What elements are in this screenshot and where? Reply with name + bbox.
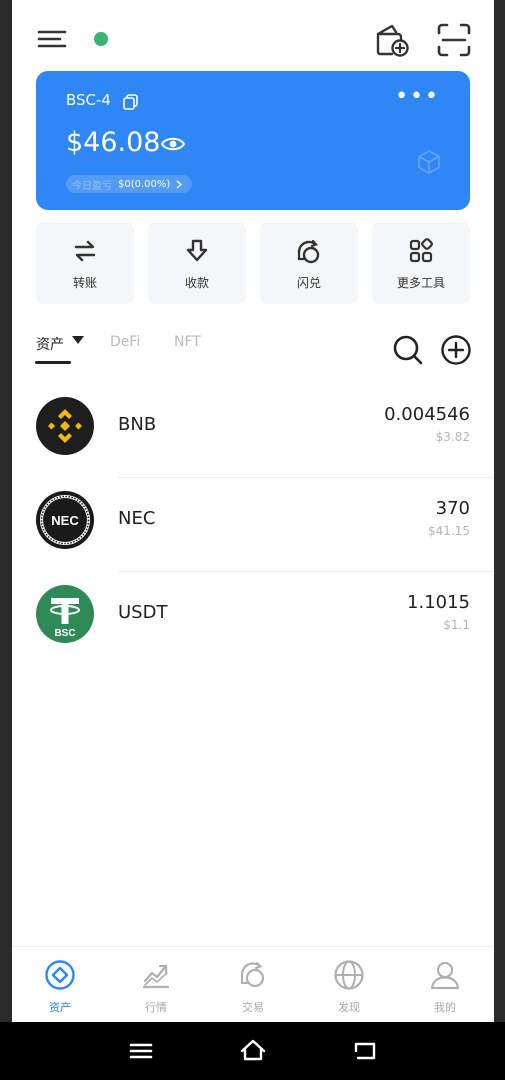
nav-market-label: 行情: [145, 1001, 167, 1014]
nec-logo-text: NEC: [51, 513, 79, 528]
market-icon: [142, 964, 170, 989]
asset-amount: 0.004546: [384, 404, 470, 425]
caret-down-icon[interactable]: [72, 336, 84, 344]
menu-icon[interactable]: [36, 24, 70, 54]
nav-trade-label: 交易: [242, 1001, 264, 1014]
scan-icon[interactable]: [434, 20, 474, 60]
app-screen: BSC-4 ••• $46.08 今日盈亏 $0(0.00%) 转账 收款 闪兑…: [12, 0, 494, 1022]
network-status-dot: [94, 32, 108, 46]
receive-icon: [186, 239, 208, 262]
nec-logo-icon: NEC: [36, 491, 94, 549]
search-icon[interactable]: [392, 334, 424, 366]
eye-icon[interactable]: [160, 135, 186, 153]
more-tools-icon: [409, 238, 433, 263]
asset-symbol: BNB: [118, 414, 157, 435]
screen-border-right: [494, 0, 505, 1022]
cube-icon: [418, 150, 440, 174]
swap-label: 闪兑: [296, 276, 321, 290]
nav-discover-label: 发现: [338, 1001, 360, 1014]
trade-icon: [240, 962, 265, 988]
bottom-nav: 资产 行情 交易 发现 我的: [12, 946, 494, 1022]
discover-icon: [334, 960, 364, 990]
receive-label: 收款: [184, 276, 209, 290]
screen-border-left: [0, 0, 12, 1022]
asset-row-nec[interactable]: NEC NEC 370 $41.15: [12, 478, 494, 572]
nav-market[interactable]: 行情: [116, 955, 196, 1015]
asset-row-bnb[interactable]: BNB 0.004546 $3.82: [12, 384, 494, 478]
more-tools-label: 更多工具: [396, 276, 445, 290]
chevron-right-icon: [176, 179, 183, 189]
more-options-button[interactable]: •••: [395, 86, 440, 108]
nav-discover[interactable]: 发现: [309, 955, 389, 1015]
asset-usd-value: $3.82: [435, 430, 470, 444]
system-nav-bar: [0, 1022, 505, 1080]
total-balance: $46.08: [66, 127, 161, 158]
tab-defi[interactable]: DeFi: [110, 334, 140, 350]
receive-button[interactable]: 收款: [148, 222, 246, 304]
wallet-card[interactable]: BSC-4 ••• $46.08 今日盈亏 $0(0.00%): [36, 71, 470, 210]
nav-assets[interactable]: 资产: [20, 955, 100, 1015]
back-icon[interactable]: [350, 1036, 380, 1066]
asset-row-usdt[interactable]: BSC USDT 1.1015 $1.1: [12, 572, 494, 666]
asset-usd-value: $41.15: [428, 524, 470, 538]
usdt-logo-text: BSC: [54, 628, 75, 639]
swap-icon: [297, 239, 320, 264]
usdt-logo-icon: BSC: [36, 585, 94, 643]
tab-active-indicator: [35, 361, 71, 364]
home-icon[interactable]: [238, 1036, 268, 1066]
transfer-button[interactable]: 转账: [36, 222, 134, 304]
wallet-add-icon[interactable]: [372, 20, 412, 60]
asset-symbol: USDT: [118, 602, 168, 623]
transfer-label: 转账: [72, 276, 97, 290]
profile-icon: [430, 961, 460, 990]
asset-symbol: NEC: [118, 508, 156, 529]
nav-profile-label: 我的: [434, 1001, 456, 1014]
nav-profile[interactable]: 我的: [405, 955, 485, 1015]
asset-amount: 1.1015: [407, 592, 470, 613]
nav-assets-label: 资产: [49, 1001, 71, 1014]
transfer-icon: [74, 240, 96, 262]
daily-pnl-value: $0(0.00%): [118, 178, 171, 190]
network-name: BSC-4: [66, 91, 111, 109]
add-token-icon[interactable]: [440, 334, 472, 366]
nav-trade[interactable]: 交易: [213, 955, 293, 1015]
asset-usd-value: $1.1: [443, 618, 470, 632]
more-tools-button[interactable]: 更多工具: [372, 222, 470, 304]
tab-assets[interactable]: 资产: [36, 334, 64, 354]
assets-icon: [45, 960, 75, 990]
daily-pnl-pill[interactable]: 今日盈亏 $0(0.00%): [66, 175, 193, 193]
recent-apps-icon[interactable]: [126, 1036, 156, 1066]
tab-nft[interactable]: NFT: [174, 334, 201, 350]
asset-amount: 370: [435, 498, 470, 519]
bnb-logo-icon: [36, 397, 94, 455]
daily-pnl-label: 今日盈亏: [72, 180, 112, 192]
swap-button[interactable]: 闪兑: [260, 222, 358, 304]
copy-icon[interactable]: [122, 93, 140, 111]
